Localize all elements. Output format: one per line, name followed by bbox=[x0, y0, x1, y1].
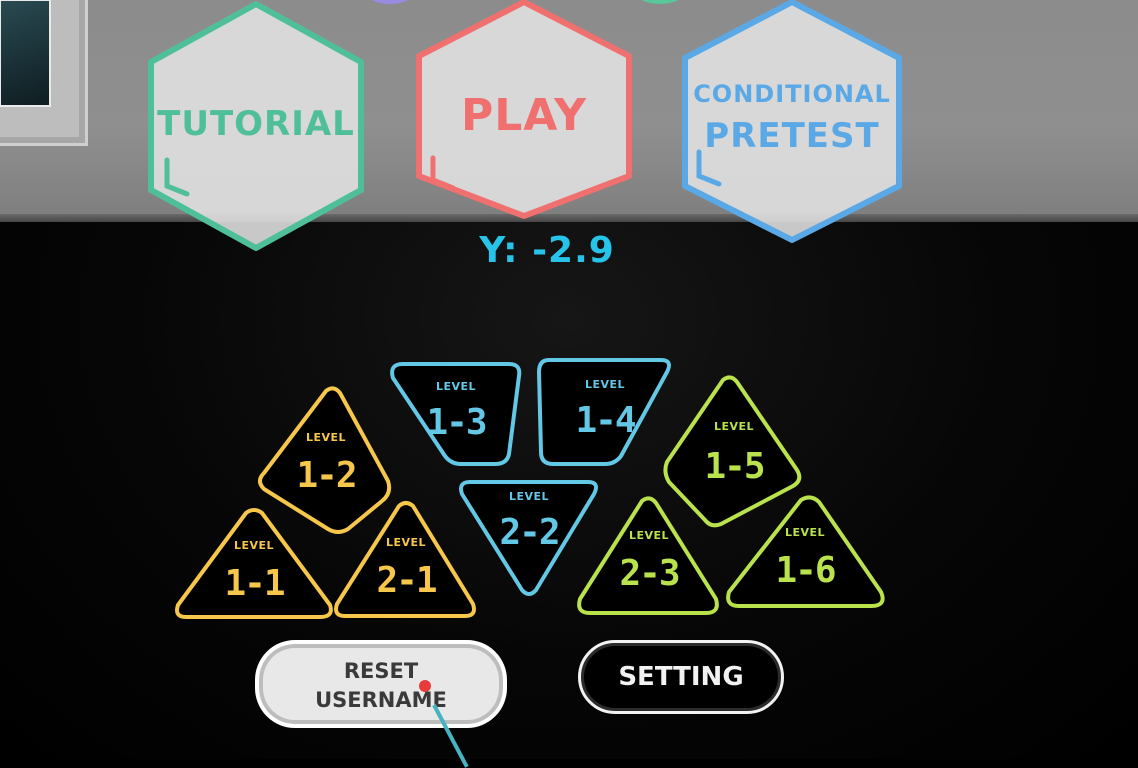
level-number: 1-1 bbox=[224, 563, 285, 604]
level-number: 1-6 bbox=[775, 550, 836, 591]
y-coordinate-readout: Y: -2.9 bbox=[479, 230, 615, 271]
level-word: LEVEL bbox=[305, 431, 347, 444]
tutorial-label: TUTORIAL bbox=[157, 104, 355, 144]
level-1-3-button[interactable]: LEVEL 1-3 bbox=[389, 360, 523, 468]
level-word: LEVEL bbox=[584, 378, 626, 391]
reset-label-line1: RESET bbox=[343, 659, 419, 683]
level-word: LEVEL bbox=[628, 529, 670, 542]
level-word: LEVEL bbox=[435, 380, 477, 393]
top-ornament-left bbox=[371, 0, 409, 4]
level-word: LEVEL bbox=[784, 526, 826, 539]
play-button[interactable]: PLAY bbox=[413, 0, 635, 220]
level-number: 2-3 bbox=[619, 553, 680, 594]
reset-username-button[interactable]: RESET USERNAME bbox=[255, 640, 507, 728]
play-label: PLAY bbox=[461, 90, 587, 141]
reset-label-line2: USERNAME bbox=[315, 688, 447, 712]
level-word: LEVEL bbox=[713, 420, 755, 433]
level-number: 1-2 bbox=[296, 455, 357, 496]
setting-button[interactable]: SETTING bbox=[578, 640, 784, 714]
conditional-pretest-button[interactable]: CONDITIONAL PRETEST bbox=[679, 0, 905, 244]
wall-picture-frame bbox=[0, 0, 88, 146]
level-1-6-button[interactable]: LEVEL 1-6 bbox=[721, 494, 889, 612]
setting-label: SETTING bbox=[618, 662, 744, 692]
tutorial-button[interactable]: TUTORIAL bbox=[143, 0, 369, 252]
wall-picture bbox=[0, 0, 51, 107]
level-word: LEVEL bbox=[233, 539, 275, 552]
level-1-4-button[interactable]: LEVEL 1-4 bbox=[537, 358, 673, 468]
level-number: 1-4 bbox=[575, 400, 636, 441]
level-number: 1-3 bbox=[426, 402, 487, 443]
pretest-label-line1: CONDITIONAL bbox=[693, 80, 891, 108]
level-2-3-button[interactable]: LEVEL 2-3 bbox=[576, 495, 722, 619]
pretest-label-line2: PRETEST bbox=[704, 116, 880, 156]
level-number: 1-5 bbox=[704, 446, 765, 487]
controller-pointer-dot bbox=[419, 680, 431, 692]
